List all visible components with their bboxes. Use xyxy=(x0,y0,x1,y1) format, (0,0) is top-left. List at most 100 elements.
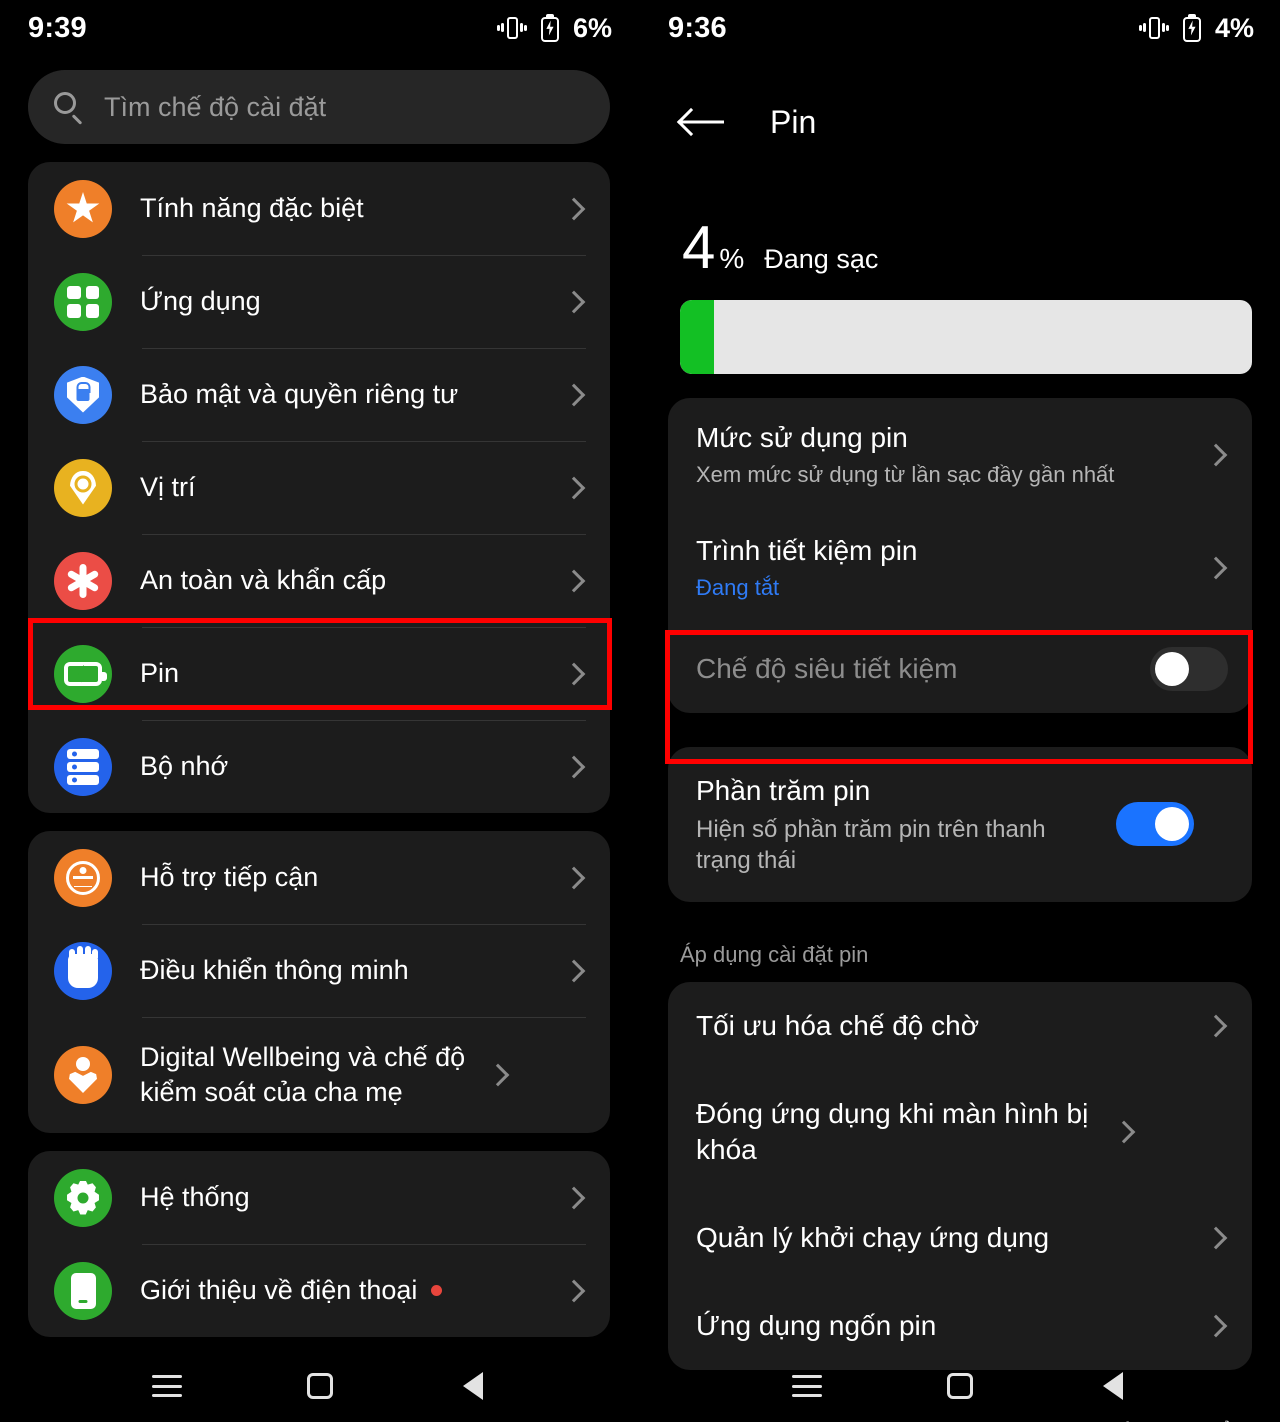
app-bar: Pin xyxy=(640,56,1280,160)
row-ultra-saving-mode[interactable]: Chế độ siêu tiết kiệm xyxy=(668,625,1252,713)
chevron-right-icon xyxy=(486,1063,510,1087)
chevron-right-icon xyxy=(1204,556,1228,580)
item-label: Giới thiệu về điện thoại xyxy=(140,1274,418,1305)
star-icon xyxy=(54,179,112,238)
chevron-right-icon xyxy=(562,959,586,982)
storage-server-icon xyxy=(54,737,112,796)
chevron-right-icon xyxy=(562,662,586,685)
item-label: Điều khiển thông minh xyxy=(140,954,409,985)
recents-button[interactable] xyxy=(147,1366,187,1406)
status-icons: 4% xyxy=(1138,13,1254,44)
sidebar-item-apps[interactable]: Ứng dụng xyxy=(28,255,610,348)
item-label: An toàn và khẩn cấp xyxy=(140,564,387,595)
settings-group-3: Hệ thống Giới thiệu về điện thoại xyxy=(28,1151,610,1337)
settings-screen: 9:39 6% Tìm chế độ cài đặt Tính năng đặc… xyxy=(0,0,640,1422)
chevron-right-icon xyxy=(1204,1314,1228,1338)
sidebar-item-digital-wellbeing[interactable]: Digital Wellbeing và chế độ kiểm soát củ… xyxy=(28,1017,610,1133)
chevron-right-icon xyxy=(1204,1226,1228,1250)
row-title: Chế độ siêu tiết kiệm xyxy=(696,652,958,684)
home-button[interactable] xyxy=(300,1366,340,1406)
chevron-right-icon xyxy=(562,1279,586,1302)
sidebar-item-safety-emergency[interactable]: An toàn và khẩn cấp xyxy=(28,534,610,627)
battery-progress-fill xyxy=(680,300,715,374)
arrow-left-icon[interactable] xyxy=(680,107,726,137)
row-manage-app-launch[interactable]: Quản lý khởi chạy ứng dụng xyxy=(668,1194,1252,1282)
row-battery-usage[interactable]: Mức sử dụng pin Xem mức sử dụng từ lần s… xyxy=(668,398,1252,511)
row-subtitle: Xem mức sử dụng từ lần sạc đầy gần nhất xyxy=(696,461,1115,487)
sidebar-item-about-phone[interactable]: Giới thiệu về điện thoại xyxy=(28,1244,610,1337)
battery-percent-toggle[interactable] xyxy=(1116,802,1194,847)
back-button[interactable] xyxy=(1093,1366,1133,1406)
asterisk-icon xyxy=(54,551,112,610)
row-subtitle: Đang tắt xyxy=(696,575,780,601)
shield-lock-icon xyxy=(54,365,112,424)
battery-settings-card: Mức sử dụng pin Xem mức sử dụng từ lần s… xyxy=(668,398,1252,713)
row-title: Ứng dụng ngốn pin xyxy=(696,1309,937,1341)
status-time: 9:39 xyxy=(28,11,87,44)
nav-bar-left xyxy=(0,1350,638,1422)
item-label: Vị trí xyxy=(140,471,196,502)
row-battery-saver[interactable]: Trình tiết kiệm pin Đang tắt xyxy=(668,511,1252,624)
item-label: Pin xyxy=(140,657,180,688)
sidebar-item-security-privacy[interactable]: Bảo mật và quyền riêng tư xyxy=(28,348,610,441)
vibrate-icon xyxy=(1138,15,1169,41)
status-icons: 6% xyxy=(496,13,612,44)
accessibility-icon xyxy=(54,848,112,907)
row-close-apps-on-lock[interactable]: Đóng ứng dụng khi màn hình bị khóa xyxy=(668,1070,1252,1194)
apps-grid-icon xyxy=(54,272,112,331)
location-pin-icon xyxy=(54,458,112,517)
search-input[interactable]: Tìm chế độ cài đặt xyxy=(28,70,610,144)
battery-level-value: 4 xyxy=(682,214,716,281)
row-title: Mức sử dụng pin xyxy=(696,422,908,453)
vibrate-icon xyxy=(496,15,527,41)
charging-status: Đang sạc xyxy=(764,244,879,274)
battery-progress-bar xyxy=(680,300,1252,374)
phone-icon xyxy=(54,1261,112,1320)
battery-level-unit: % xyxy=(719,243,745,274)
sidebar-item-storage[interactable]: Bộ nhớ xyxy=(28,720,610,813)
row-title: Đóng ứng dụng khi màn hình bị khóa xyxy=(696,1098,1089,1165)
item-label: Ứng dụng xyxy=(140,285,261,316)
apply-settings-card: Tối ưu hóa chế độ chờ Đóng ứng dụng khi … xyxy=(668,982,1252,1370)
chevron-right-icon xyxy=(562,383,586,406)
sidebar-item-special-features[interactable]: Tính năng đặc biệt xyxy=(28,162,610,255)
status-bar-left: 9:39 6% xyxy=(0,0,638,56)
battery-screen: 9:36 4% Pin 4 % Đang sạc Mức sử dụng pin… xyxy=(640,0,1280,1422)
battery-percent-card: Phần trăm pin Hiện số phần trăm pin trên… xyxy=(668,746,1252,903)
sidebar-item-smart-control[interactable]: Điều khiển thông minh xyxy=(28,924,610,1017)
battery-level-display: 4 % Đang sạc xyxy=(640,160,1280,278)
item-label: Tính năng đặc biệt xyxy=(140,192,364,223)
chevron-right-icon xyxy=(562,290,586,313)
chevron-right-icon xyxy=(562,866,586,889)
chevron-right-icon xyxy=(562,476,586,499)
sidebar-item-accessibility[interactable]: Hỗ trợ tiếp cận xyxy=(28,831,610,924)
nav-bar-right xyxy=(640,1350,1280,1422)
page-title: Pin xyxy=(770,103,817,140)
dual-screenshot: 9:39 6% Tìm chế độ cài đặt Tính năng đặc… xyxy=(0,0,1280,1422)
status-time: 9:36 xyxy=(668,11,727,44)
chevron-right-icon xyxy=(1112,1120,1136,1144)
chevron-right-icon xyxy=(562,197,586,220)
row-title: Tối ưu hóa chế độ chờ xyxy=(696,1010,980,1042)
settings-group-2: Hỗ trợ tiếp cận Điều khiển thông minh Di… xyxy=(28,831,610,1133)
chevron-right-icon xyxy=(562,755,586,778)
sidebar-item-system[interactable]: Hệ thống xyxy=(28,1151,610,1244)
row-battery-percent[interactable]: Phần trăm pin Hiện số phần trăm pin trên… xyxy=(668,747,1252,902)
sidebar-item-battery[interactable]: Pin xyxy=(28,627,610,720)
home-button[interactable] xyxy=(940,1366,980,1406)
item-label: Hệ thống xyxy=(140,1181,250,1212)
settings-group-1: Tính năng đặc biệt Ứng dụng Bảo mật và q… xyxy=(28,162,610,813)
back-button[interactable] xyxy=(453,1366,493,1406)
battery-bolt-icon xyxy=(54,644,112,703)
ultra-saving-toggle[interactable] xyxy=(1150,646,1228,691)
item-label: Hỗ trợ tiếp cận xyxy=(140,861,319,892)
row-title: Trình tiết kiệm pin xyxy=(696,535,918,567)
chevron-right-icon xyxy=(562,1186,586,1209)
status-bar-right: 9:36 4% xyxy=(640,0,1280,56)
row-standby-optimization[interactable]: Tối ưu hóa chế độ chờ xyxy=(668,982,1252,1070)
recents-button[interactable] xyxy=(787,1366,827,1406)
row-subtitle: Hiện số phần trăm pin trên thanh trạng t… xyxy=(696,815,1046,874)
sidebar-item-location[interactable]: Vị trí xyxy=(28,441,610,534)
item-label: Bộ nhớ xyxy=(140,750,229,781)
search-placeholder: Tìm chế độ cài đặt xyxy=(104,91,327,122)
